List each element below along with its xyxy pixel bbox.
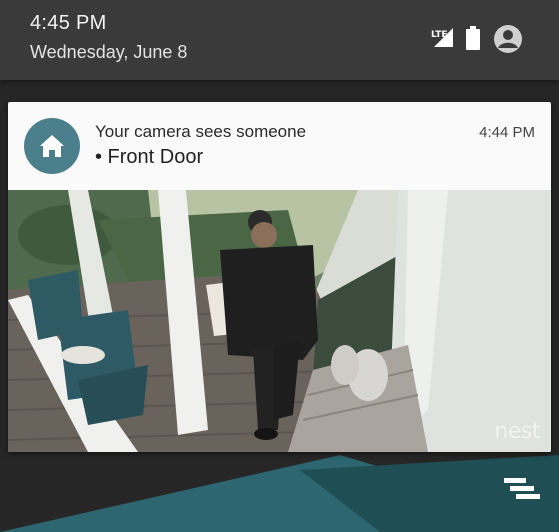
network-type: LTE <box>431 30 448 40</box>
stacked-bars-icon[interactable] <box>504 478 542 504</box>
notification-time: 4:44 PM <box>479 124 535 141</box>
notification-card[interactable]: Your camera sees someone • Front Door 4:… <box>8 102 551 452</box>
account-icon[interactable] <box>493 24 523 54</box>
status-bar: 4:45 PM Wednesday, June 8 LTE <box>0 0 559 80</box>
camera-snapshot[interactable] <box>8 190 551 452</box>
nest-logo: nest <box>494 419 540 444</box>
notification-subtitle: • Front Door <box>95 146 204 168</box>
notification-title: Your camera sees someone <box>95 122 307 141</box>
date: Wednesday, June 8 <box>30 42 188 62</box>
battery-icon <box>466 26 480 50</box>
home-icon <box>40 135 64 157</box>
clock-time: 4:45 PM <box>30 12 107 34</box>
nest-app-icon <box>24 118 80 174</box>
